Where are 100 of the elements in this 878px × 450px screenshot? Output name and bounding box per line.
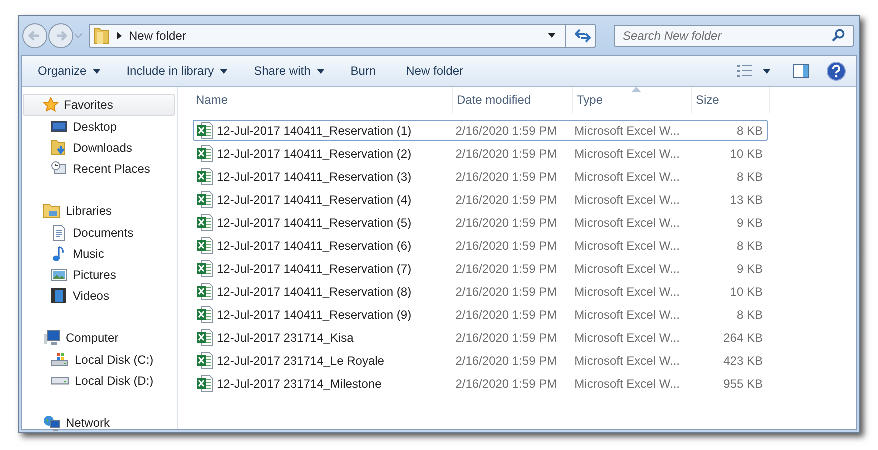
column-header[interactable]: Size	[692, 87, 770, 113]
date-cell-text: 2/16/2020 1:59 PM	[454, 146, 558, 160]
search-field[interactable]: Search New folder	[614, 24, 854, 46]
sidebar-header[interactable]: Computer	[23, 327, 175, 349]
spreadsheet-icon	[197, 214, 213, 231]
drive-icon	[51, 376, 69, 384]
date-cell-text: 2/16/2020 1:59 PM	[454, 308, 558, 322]
sidebar-header[interactable]: Libraries	[23, 200, 175, 222]
sidebar-item[interactable]: Desktop	[22, 116, 177, 137]
size-cell-text: 8 KB	[736, 238, 764, 252]
help-icon[interactable]	[827, 62, 846, 80]
size-cell-text: 8 KB	[736, 124, 764, 138]
file-row[interactable]: 12-Jul-2017 140411_Reservation (4) 2/16/2020 1:59 PM Microsoft Excel W... 13 KB	[193, 189, 768, 210]
preview-pane-icon[interactable]	[793, 64, 809, 78]
date-cell-text: 2/16/2020 1:59 PM	[454, 216, 558, 230]
sidebar-item[interactable]: Documents	[22, 222, 177, 243]
type-cell-text: Microsoft Excel W...	[574, 308, 682, 322]
file-row[interactable]: 12-Jul-2017 140411_Reservation (3) 2/16/2020 1:59 PM Microsoft Excel W... 8 KB	[193, 166, 768, 187]
size-cell-text: 264 KB	[722, 330, 764, 344]
spreadsheet-icon	[197, 375, 213, 392]
file-row[interactable]: 12-Jul-2017 231714_Kisa 2/16/2020 1:59 PM Microsoft Excel W... 264 KB	[193, 327, 768, 348]
view-list-icon[interactable]	[737, 64, 753, 78]
sidebar-item[interactable]: Local Disk (C:)	[22, 349, 177, 370]
sidebar-item[interactable]: Music	[22, 243, 177, 264]
date-cell-text: 2/16/2020 1:59 PM	[454, 238, 558, 252]
breadcrumb-item[interactable]: New folder	[129, 28, 186, 42]
file-row[interactable]: 12-Jul-2017 140411_Reservation (6) 2/16/2020 1:59 PM Microsoft Excel W... 8 KB	[193, 235, 768, 256]
spreadsheet-icon	[197, 260, 213, 277]
caret-icon	[220, 68, 228, 74]
system-drive-icon	[51, 352, 69, 368]
date-cell-text: 2/16/2020 1:59 PM	[454, 262, 558, 276]
sidebar-item[interactable]: Local Disk (D:)	[22, 370, 177, 391]
size-cell-text: 10 KB	[729, 284, 764, 298]
type-cell-text: Microsoft Excel W...	[574, 284, 682, 298]
toolbar-button[interactable]: New folder	[398, 58, 472, 84]
file-row[interactable]: 12-Jul-2017 140411_Reservation (1) 2/16/2020 1:59 PM Microsoft Excel W... 8 KB	[193, 120, 768, 141]
date-cell-text: 2/16/2020 1:59 PM	[454, 330, 558, 344]
column-header[interactable]: Type	[573, 87, 692, 113]
date-cell-text: 2/16/2020 1:59 PM	[454, 354, 558, 368]
file-row[interactable]: 12-Jul-2017 231714_Milestone 2/16/2020 1:59 PM Microsoft Excel W... 955 KB	[193, 373, 768, 394]
spreadsheet-icon	[197, 329, 213, 346]
music-note-icon	[51, 246, 67, 262]
file-row[interactable]: 12-Jul-2017 140411_Reservation (8) 2/16/2020 1:59 PM Microsoft Excel W... 10 KB	[193, 281, 768, 302]
computer-icon	[43, 330, 61, 346]
sidebar-header[interactable]: Favorites	[23, 94, 175, 116]
date-cell-text: 2/16/2020 1:59 PM	[454, 192, 558, 206]
star-icon	[43, 97, 59, 113]
sidebar-item[interactable]: Downloads	[22, 137, 177, 158]
type-cell-text: Microsoft Excel W...	[574, 262, 682, 276]
size-cell-text: 423 KB	[722, 354, 764, 368]
caret-icon	[92, 68, 101, 74]
file-name: 12-Jul-2017 140411_Reservation (2)	[217, 146, 412, 160]
toolbar-button[interactable]: Share with	[246, 58, 333, 84]
type-cell-text: Microsoft Excel W...	[574, 124, 682, 138]
file-row[interactable]: 12-Jul-2017 231714_Le Royale 2/16/2020 1:59 PM Microsoft Excel W... 423 KB	[193, 350, 768, 371]
recent-places-icon	[51, 160, 67, 176]
spreadsheet-icon	[197, 191, 213, 208]
type-cell-text: Microsoft Excel W...	[574, 170, 682, 184]
file-name: 12-Jul-2017 140411_Reservation (7)	[217, 262, 412, 276]
chevron-icon	[117, 32, 122, 40]
file-name: 12-Jul-2017 140411_Reservation (1)	[217, 124, 412, 138]
toolbar-button[interactable]: Include in library	[118, 58, 236, 84]
address-bar[interactable]: New folder	[89, 24, 596, 48]
file-name: 12-Jul-2017 140411_Reservation (5)	[217, 216, 412, 230]
date-cell-text: 2/16/2020 1:59 PM	[454, 284, 558, 298]
file-name: 12-Jul-2017 231714_Le Royale	[217, 354, 384, 368]
caret-icon[interactable]	[548, 33, 556, 38]
file-row[interactable]: 12-Jul-2017 140411_Reservation (9) 2/16/2020 1:59 PM Microsoft Excel W... 8 KB	[193, 304, 768, 325]
size-cell-text: 955 KB	[722, 376, 764, 390]
spreadsheet-icon	[197, 237, 213, 254]
type-cell-text: Microsoft Excel W...	[574, 146, 682, 160]
caret-icon	[316, 68, 325, 74]
spreadsheet-icon	[197, 168, 213, 185]
date-cell-text: 2/16/2020 1:59 PM	[454, 124, 558, 138]
sidebar-item[interactable]: Videos	[22, 285, 177, 306]
refresh-icon[interactable]	[575, 28, 591, 42]
toolbar-button[interactable]: Organize	[30, 58, 109, 84]
download-folder-icon	[51, 140, 67, 156]
toolbar-button[interactable]: Burn	[342, 58, 384, 84]
desktop-icon	[51, 118, 67, 134]
type-cell-text: Microsoft Excel W...	[574, 354, 682, 368]
sidebar-item[interactable]: Recent Places	[22, 158, 177, 179]
type-cell-text: Microsoft Excel W...	[574, 376, 682, 390]
file-row[interactable]: 12-Jul-2017 140411_Reservation (5) 2/16/2020 1:59 PM Microsoft Excel W... 9 KB	[193, 212, 768, 233]
search-icon	[832, 29, 845, 42]
column-header[interactable]: Name	[192, 87, 453, 113]
type-cell-text: Microsoft Excel W...	[574, 216, 682, 230]
spreadsheet-icon	[197, 352, 213, 369]
sidebar-header[interactable]: Network	[23, 412, 175, 434]
column-header[interactable]: Date modified	[453, 87, 573, 113]
picture-icon	[51, 266, 67, 282]
file-name: 12-Jul-2017 140411_Reservation (8)	[217, 284, 412, 298]
file-row[interactable]: 12-Jul-2017 140411_Reservation (7) 2/16/2020 1:59 PM Microsoft Excel W... 9 KB	[193, 258, 768, 279]
caret-icon[interactable]	[763, 68, 771, 74]
file-row[interactable]: 12-Jul-2017 140411_Reservation (2) 2/16/2020 1:59 PM Microsoft Excel W... 10 KB	[193, 143, 768, 164]
document-icon	[51, 224, 67, 240]
file-name: 12-Jul-2017 140411_Reservation (3)	[217, 170, 412, 184]
date-cell-text: 2/16/2020 1:59 PM	[454, 376, 558, 390]
sidebar-item[interactable]: Pictures	[22, 264, 177, 285]
size-cell-text: 8 KB	[736, 308, 764, 322]
